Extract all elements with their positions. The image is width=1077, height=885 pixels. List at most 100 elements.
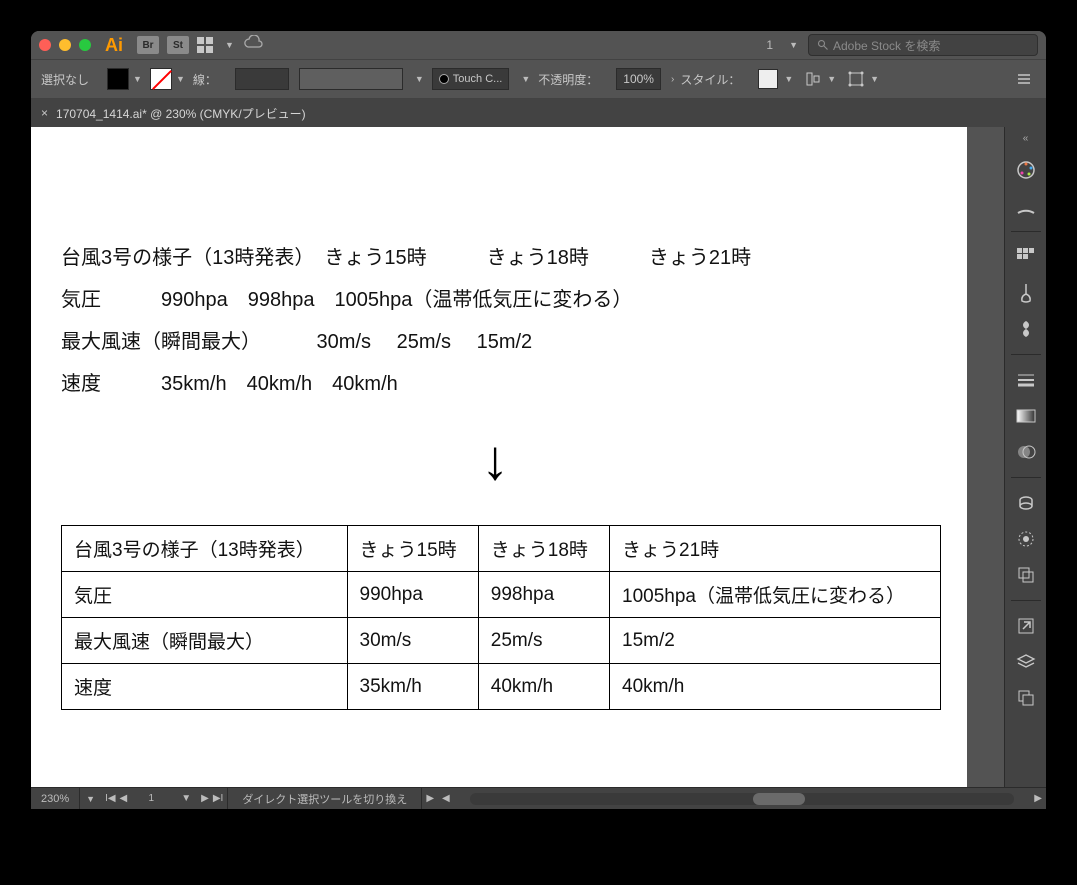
control-bar: 選択なし ▼ ▼ 線： ▼ Touch C... ▼ 不透明度： 100% › … — [31, 59, 1046, 99]
brush-definition[interactable] — [299, 68, 403, 90]
arrange-documents-icon[interactable] — [197, 37, 213, 53]
brushes-panel-icon[interactable] — [1014, 282, 1038, 304]
stroke-panel-icon[interactable] — [1014, 369, 1038, 391]
rail-separator — [1011, 231, 1041, 232]
workspace: 台風3号の様子（13時発表） きょう15時 きょう18時 きょう21時 気圧 9… — [31, 127, 1046, 787]
text-row: 気圧 990hpa 998hpa 1005hpa（温帯低気圧に変わる） — [61, 279, 751, 321]
scroll-left-button[interactable]: ◀ — [438, 793, 454, 804]
transform-icon[interactable] — [848, 71, 864, 87]
layers-panel-icon[interactable] — [1014, 651, 1038, 673]
asset-export-panel-icon[interactable] — [1014, 615, 1038, 637]
swatches-panel-icon[interactable] — [1014, 246, 1038, 268]
close-window-button[interactable] — [39, 39, 51, 51]
horizontal-scrollbar[interactable] — [470, 788, 1015, 809]
chevron-down-icon[interactable]: ▼ — [225, 40, 234, 50]
bridge-badge[interactable]: Br — [137, 36, 159, 54]
table-cell: 25m/s — [478, 618, 609, 664]
chevron-down-icon[interactable]: ▼ — [80, 794, 101, 804]
align-icon[interactable] — [805, 71, 821, 87]
appearance-panel-icon[interactable] — [1014, 528, 1038, 550]
collapse-panels-icon[interactable]: « — [1005, 133, 1046, 145]
table-cell: 1005hpa（温帯低気圧に変わる） — [610, 572, 941, 618]
artboard-navigator: I◀ ◀ 1 ▼ ▶ ▶I — [101, 788, 228, 809]
chevron-right-icon[interactable]: › — [671, 74, 674, 85]
fill-swatch[interactable] — [107, 68, 129, 90]
document-tab-title[interactable]: 170704_1414.ai* @ 230% (CMYK/プレビュー) — [56, 105, 306, 122]
text-row: 速度 35km/h 40km/h 40km/h — [61, 363, 751, 405]
app-logo: Ai — [105, 35, 123, 56]
table-cell: 15m/2 — [610, 618, 941, 664]
table-cell: 30m/s — [347, 618, 478, 664]
opacity-input[interactable]: 100% — [616, 68, 661, 90]
chevron-down-icon[interactable]: ▼ — [827, 74, 836, 84]
search-icon — [817, 39, 829, 51]
table-cell: きょう21時 — [610, 526, 941, 572]
gradient-panel-icon[interactable] — [1014, 405, 1038, 427]
table-cell: 最大風速（瞬間最大） — [62, 618, 348, 664]
chevron-down-icon[interactable]: ▼ — [789, 40, 798, 50]
table-row: 速度 35km/h 40km/h 40km/h — [62, 664, 941, 710]
rail-separator — [1011, 600, 1041, 601]
color-guide-panel-icon[interactable] — [1014, 195, 1038, 217]
artboards-panel-icon[interactable] — [1014, 564, 1038, 586]
table-cell: 40km/h — [610, 664, 941, 710]
chevron-down-icon[interactable]: ▼ — [784, 74, 793, 84]
transparency-panel-icon[interactable] — [1014, 441, 1038, 463]
stock-badge[interactable]: St — [167, 36, 189, 54]
graphic-style-swatch[interactable] — [758, 69, 778, 89]
style-label: スタイル： — [680, 71, 740, 88]
text-row: 最大風速（瞬間最大） 30m/s 25m/s 15m/2 — [61, 321, 751, 363]
scroll-left-button[interactable]: ▶ — [422, 793, 438, 804]
stroke-swatch-none[interactable] — [150, 68, 172, 90]
selection-status: 選択なし — [41, 71, 89, 88]
variable-width-profile[interactable]: Touch C... — [432, 68, 510, 90]
links-panel-icon[interactable] — [1014, 687, 1038, 709]
artboard: 台風3号の様子（13時発表） きょう15時 きょう18時 きょう21時 気圧 9… — [31, 127, 967, 787]
chevron-down-icon[interactable]: ▼ — [870, 74, 879, 84]
panel-menu-icon[interactable] — [1016, 71, 1032, 87]
table-cell: 速度 — [62, 664, 348, 710]
arrow-down-icon: ↓ — [481, 427, 509, 492]
libraries-panel-icon[interactable] — [1014, 492, 1038, 514]
rail-separator — [1011, 477, 1041, 478]
table-cell: きょう18時 — [478, 526, 609, 572]
chevron-down-icon[interactable]: ▼ — [415, 74, 424, 84]
rail-separator — [1011, 354, 1041, 355]
scrollbar-track — [470, 793, 1015, 805]
chevron-down-icon[interactable]: ▼ — [175, 793, 197, 804]
artboard-number-input[interactable]: 1 — [131, 793, 171, 804]
first-artboard-button[interactable]: I◀ — [105, 793, 115, 804]
app-window: Ai Br St ▼ 1 ▼ Adobe Stock を検索 選択なし ▼ ▼ … — [31, 31, 1046, 809]
scroll-right-button[interactable]: ▶ — [1030, 793, 1046, 804]
scrollbar-thumb[interactable] — [753, 793, 805, 805]
stock-search-input[interactable]: Adobe Stock を検索 — [808, 34, 1038, 56]
table-row: 気圧 990hpa 998hpa 1005hpa（温帯低気圧に変わる） — [62, 572, 941, 618]
next-artboard-button[interactable]: ▶ — [201, 793, 209, 804]
table-row: 台風3号の様子（13時発表） きょう15時 きょう18時 きょう21時 — [62, 526, 941, 572]
opacity-label: 不透明度： — [538, 71, 598, 88]
chevron-down-icon[interactable]: ▼ — [176, 74, 185, 84]
prev-artboard-button[interactable]: ◀ — [120, 793, 128, 804]
close-tab-button[interactable]: × — [41, 106, 48, 120]
table-cell: 990hpa — [347, 572, 478, 618]
chevron-down-icon[interactable]: ▼ — [133, 74, 142, 84]
typhoon-table: 台風3号の様子（13時発表） きょう15時 きょう18時 きょう21時 気圧 9… — [61, 525, 941, 710]
sync-icon[interactable] — [242, 35, 264, 56]
canvas-area[interactable]: 台風3号の様子（13時発表） きょう15時 きょう18時 きょう21時 気圧 9… — [31, 127, 1004, 787]
table-cell: 35km/h — [347, 664, 478, 710]
workspace-number[interactable]: 1 — [760, 36, 779, 54]
table-cell: 気圧 — [62, 572, 348, 618]
minimize-window-button[interactable] — [59, 39, 71, 51]
tool-hint: ダイレクト選択ツールを切り換え — [228, 788, 422, 809]
profile-dot-icon — [439, 74, 449, 84]
table-cell: 998hpa — [478, 572, 609, 618]
last-artboard-button[interactable]: ▶I — [213, 793, 223, 804]
color-panel-icon[interactable] — [1014, 159, 1038, 181]
chevron-down-icon[interactable]: ▼ — [521, 74, 530, 84]
stroke-weight-input[interactable] — [235, 68, 289, 90]
symbols-panel-icon[interactable] — [1014, 318, 1038, 340]
window-controls — [39, 39, 91, 51]
zoom-level[interactable]: 230% — [31, 788, 80, 809]
maximize-window-button[interactable] — [79, 39, 91, 51]
table-row: 最大風速（瞬間最大） 30m/s 25m/s 15m/2 — [62, 618, 941, 664]
